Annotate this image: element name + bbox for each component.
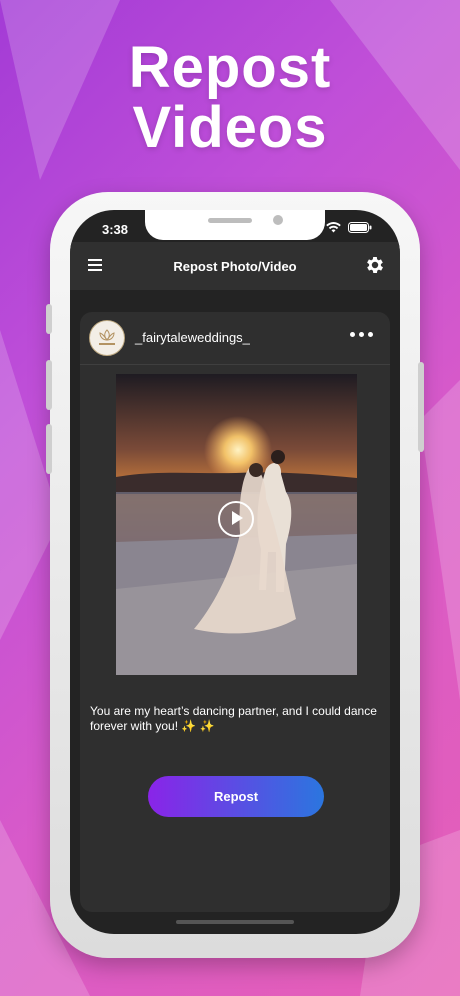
menu-icon[interactable] xyxy=(88,259,102,271)
volume-up-button xyxy=(46,360,52,410)
post-username[interactable]: _fairytaleweddings_ xyxy=(135,330,250,345)
post-caption: You are my heart’s dancing partner, and … xyxy=(90,704,377,733)
mute-switch xyxy=(46,304,52,334)
status-bar: 3:38 xyxy=(70,210,400,242)
battery-icon xyxy=(348,222,372,233)
power-button xyxy=(418,362,424,452)
status-time: 3:38 xyxy=(102,222,129,237)
phone-screen: 3:38 Repost Photo/Video _fairytaleweddin… xyxy=(70,210,400,934)
home-indicator xyxy=(176,920,294,924)
repost-button[interactable]: Repost xyxy=(148,776,324,817)
phone-frame: 3:38 Repost Photo/Video _fairytaleweddin… xyxy=(46,192,424,958)
post-card: _fairytaleweddings_ You are my heart’s d… xyxy=(80,312,390,912)
headline-line1: Repost xyxy=(128,35,332,100)
avatar[interactable] xyxy=(89,320,125,356)
post-header: _fairytaleweddings_ xyxy=(80,312,390,365)
app-bar: Repost Photo/Video xyxy=(70,242,400,290)
more-icon[interactable] xyxy=(350,330,374,340)
wifi-icon xyxy=(326,222,341,233)
gear-icon[interactable] xyxy=(364,254,386,276)
app-title: Repost Photo/Video xyxy=(173,258,297,274)
volume-down-button xyxy=(46,424,52,474)
headline: Repost Videos xyxy=(0,38,460,158)
post-video[interactable] xyxy=(116,374,357,675)
lotus-logo-icon xyxy=(99,329,115,345)
status-icons xyxy=(326,222,372,233)
play-icon[interactable] xyxy=(218,501,254,537)
headline-line2: Videos xyxy=(132,95,328,160)
